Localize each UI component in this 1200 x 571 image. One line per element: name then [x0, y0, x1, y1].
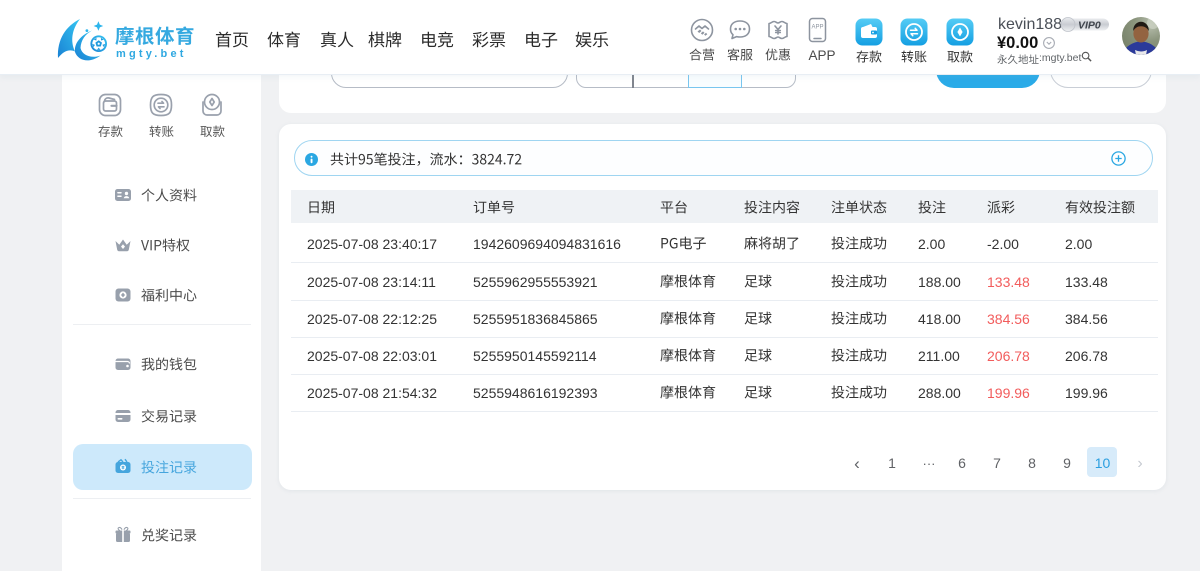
- svg-text:APP: APP: [811, 25, 823, 31]
- svg-text:VIP0: VIP0: [1078, 20, 1101, 32]
